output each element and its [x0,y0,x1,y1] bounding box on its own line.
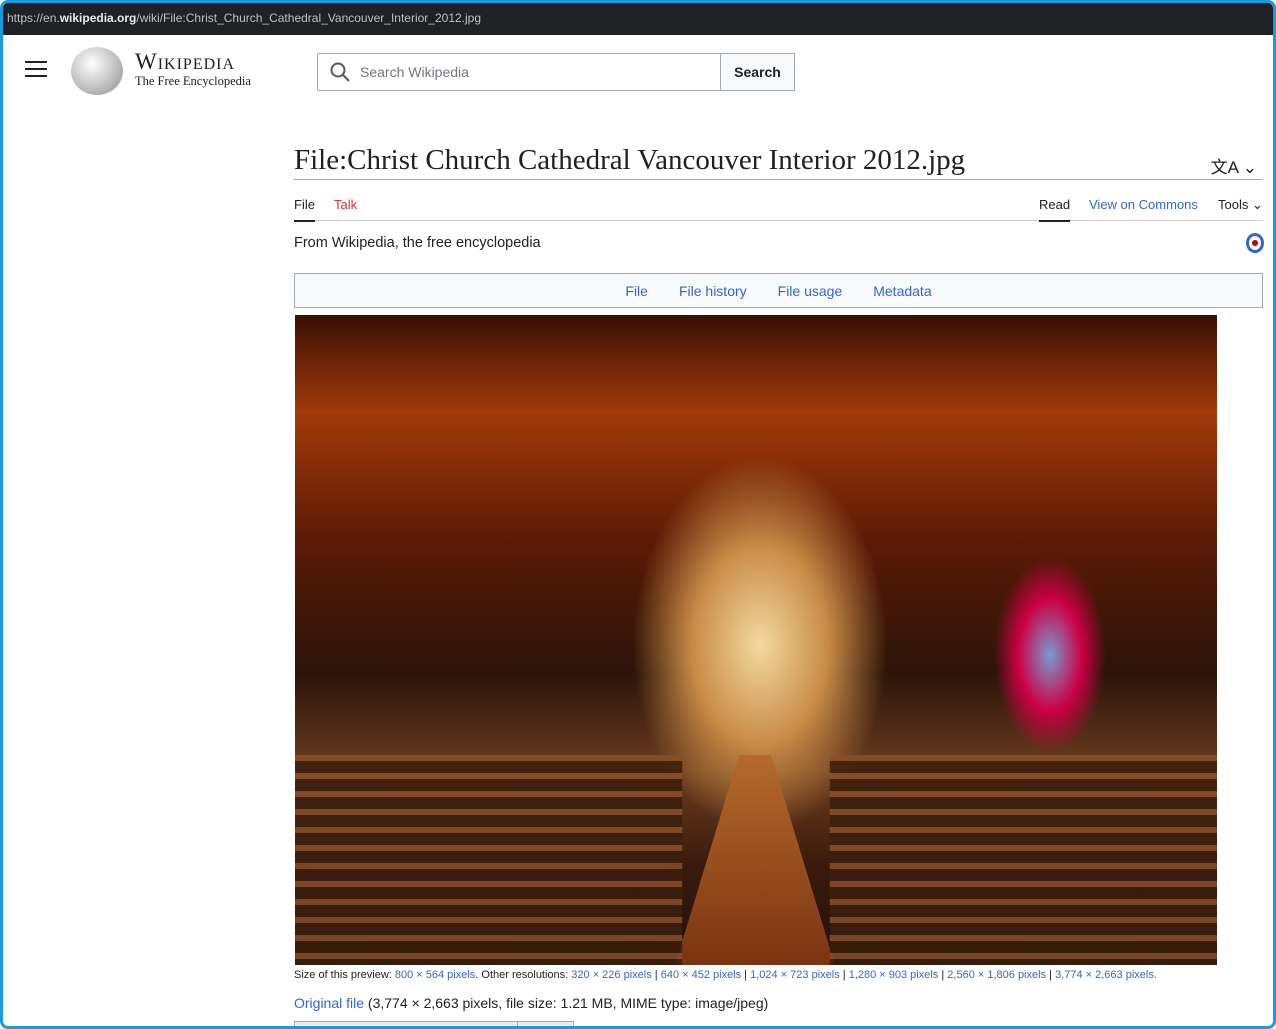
search-box [317,53,721,91]
preview-caption: Size of this preview: 800 × 564 pixels. … [294,969,1157,981]
resolution-link[interactable]: 320 × 226 pixels [571,969,651,981]
wikipedia-globe-logo[interactable] [71,47,123,95]
url-prefix: https://en. [7,11,60,25]
browser-window: https://en.wikipedia.org/wiki/File:Chris… [0,0,1276,1029]
address-bar[interactable]: https://en.wikipedia.org/wiki/File:Chris… [3,3,1273,35]
tagline: The Free Encyclopedia [135,74,251,88]
main-menu-icon[interactable] [25,61,47,79]
cathedral-interior-image[interactable] [295,315,1217,965]
file-history-table-top [294,1021,574,1026]
tools-menu[interactable]: Tools ⌄ [1218,197,1263,221]
language-icon: 文A [1210,158,1239,177]
resolution-link[interactable]: 1,280 × 903 pixels [849,969,939,981]
resolution-link[interactable]: 640 × 452 pixels [661,969,741,981]
toc-metadata[interactable]: Metadata [873,283,931,299]
file-toc: File File history File usage Metadata [294,273,1263,308]
url-path: /wiki/File:Christ_Church_Cathedral_Vanco… [136,11,482,25]
page-tabs: File Talk Read View on Commons Tools ⌄ [294,193,1263,222]
original-file-link[interactable]: Original file [294,995,364,1011]
resolution-link[interactable]: 2,560 × 1,806 pixels [947,969,1046,981]
language-button[interactable]: 文A ⌄ [1211,153,1257,178]
commons-icon[interactable] [1246,233,1264,253]
search-button[interactable]: Search [720,53,795,91]
wikipedia-wordmark[interactable]: Wikipedia The Free Encyclopedia [135,49,251,89]
page-title: File:Christ Church Cathedral Vancouver I… [294,144,1263,180]
chevron-down-icon: ⌄ [1251,197,1263,212]
search-input[interactable] [360,64,700,80]
original-file-info: Original file (3,774 × 2,663 pixels, fil… [294,995,768,1011]
resolution-link[interactable]: 3,774 × 2,663 pixels [1055,969,1154,981]
chevron-down-icon: ⌄ [1242,158,1257,177]
toc-file[interactable]: File [625,283,648,299]
wordmark-text: Wikipedia [135,49,236,74]
original-file-details: (3,774 × 2,663 pixels, file size: 1.21 M… [364,995,769,1011]
resolution-link[interactable]: 1,024 × 723 pixels [750,969,840,981]
preview-size-link[interactable]: 800 × 564 pixels [395,969,475,981]
toc-file-history[interactable]: File history [679,283,747,299]
tab-file[interactable]: File [294,197,315,222]
tab-talk[interactable]: Talk [334,197,357,220]
search-icon [330,62,350,82]
url-domain: wikipedia.org [59,11,137,25]
site-subtitle: From Wikipedia, the free encyclopedia [294,235,541,251]
toc-file-usage[interactable]: File usage [778,283,843,299]
tools-label: Tools [1218,197,1249,212]
tab-view-on-commons[interactable]: View on Commons [1089,197,1198,220]
tab-read[interactable]: Read [1039,197,1071,222]
